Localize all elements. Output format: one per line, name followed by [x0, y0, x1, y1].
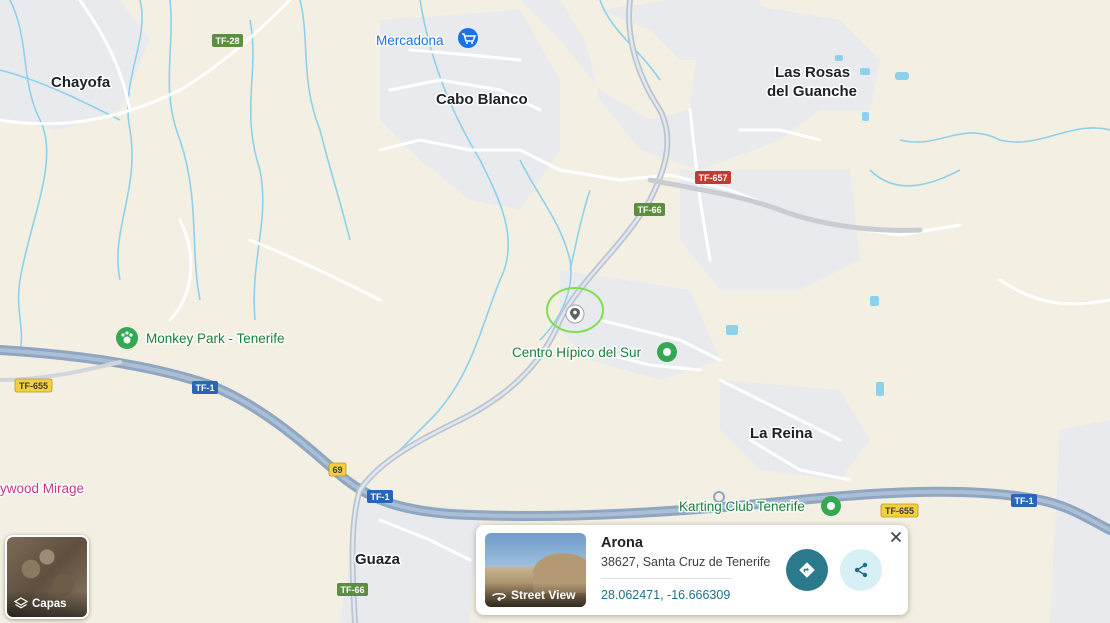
road-shield-tf1-mid: TF-1 — [367, 490, 393, 503]
street-view-icon — [492, 593, 506, 601]
directions-button[interactable] — [786, 549, 828, 591]
road-shield-tf66-north: TF-66 — [634, 203, 665, 216]
street-view-thumbnail[interactable]: Street View — [485, 533, 586, 607]
svg-text:TF-28: TF-28 — [215, 36, 239, 46]
poi-label-wood-mirage[interactable]: ywood Mirage — [0, 480, 86, 498]
svg-text:69: 69 — [332, 465, 342, 475]
svg-text:TF-1: TF-1 — [1015, 496, 1034, 506]
layers-icon — [14, 597, 28, 609]
poi-label-mercadona[interactable]: Mercadona — [375, 32, 446, 50]
layers-footer: Capas — [7, 591, 87, 617]
share-button[interactable] — [840, 549, 882, 591]
svg-text:TF-1: TF-1 — [196, 383, 215, 393]
close-button[interactable] — [888, 529, 904, 545]
share-icon — [854, 562, 868, 578]
monkey-park-marker[interactable] — [116, 327, 138, 349]
svg-text:TF-655: TF-655 — [19, 381, 48, 391]
road-shield-tf1-east: TF-1 — [1011, 494, 1037, 507]
mercadona-marker[interactable] — [458, 28, 478, 48]
town-label-chayofa: Chayofa — [51, 74, 111, 91]
svg-text:TF-655: TF-655 — [885, 506, 914, 516]
road-shield-tf28: TF-28 — [212, 34, 243, 47]
location-pin-icon[interactable] — [565, 304, 585, 324]
road-shield-tf66-south: TF-66 — [337, 583, 368, 596]
town-label-guaza: Guaza — [355, 551, 401, 568]
poi-label-monkey-park[interactable]: Monkey Park - Tenerife — [145, 330, 287, 348]
road-shield-tf657: TF-657 — [695, 171, 731, 184]
road-shield-tf655-east: TF-655 — [880, 503, 919, 518]
street-view-footer: Street View — [485, 583, 586, 607]
town-label-las-rosas: Las Rosas — [775, 64, 850, 81]
poi-label-karting[interactable]: Karting Club Tenerife — [678, 498, 807, 516]
poi-label-centro-hipico[interactable]: Centro Hípico del Sur — [511, 344, 644, 362]
town-label-del-guanche: del Guanche — [767, 83, 857, 100]
road-shield-tf655-west: TF-655 — [14, 378, 53, 393]
directions-icon — [799, 562, 815, 578]
svg-text:TF-657: TF-657 — [698, 173, 727, 183]
close-icon — [890, 531, 902, 543]
place-card: Street View Arona 38627, Santa Cruz de T… — [476, 525, 908, 615]
layers-button[interactable]: Capas — [5, 535, 89, 619]
road-shield-tf1-west: TF-1 — [192, 381, 218, 394]
road-shield-exit-69: 69 — [328, 462, 347, 477]
place-address: 38627, Santa Cruz de Tenerife — [601, 555, 771, 569]
card-divider — [601, 578, 732, 579]
svg-text:TF-66: TF-66 — [637, 205, 661, 215]
svg-text:TF-1: TF-1 — [371, 492, 390, 502]
karting-marker[interactable] — [821, 496, 841, 516]
place-title: Arona — [601, 535, 643, 551]
town-label-cabo-blanco: Cabo Blanco — [436, 91, 528, 108]
centro-hipico-marker[interactable] — [657, 342, 677, 362]
town-label-la-reina: La Reina — [750, 425, 813, 442]
street-view-label: Street View — [511, 588, 576, 602]
svg-text:TF-66: TF-66 — [340, 585, 364, 595]
layers-label: Capas — [32, 598, 67, 610]
place-coordinates[interactable]: 28.062471, -16.666309 — [601, 588, 730, 602]
